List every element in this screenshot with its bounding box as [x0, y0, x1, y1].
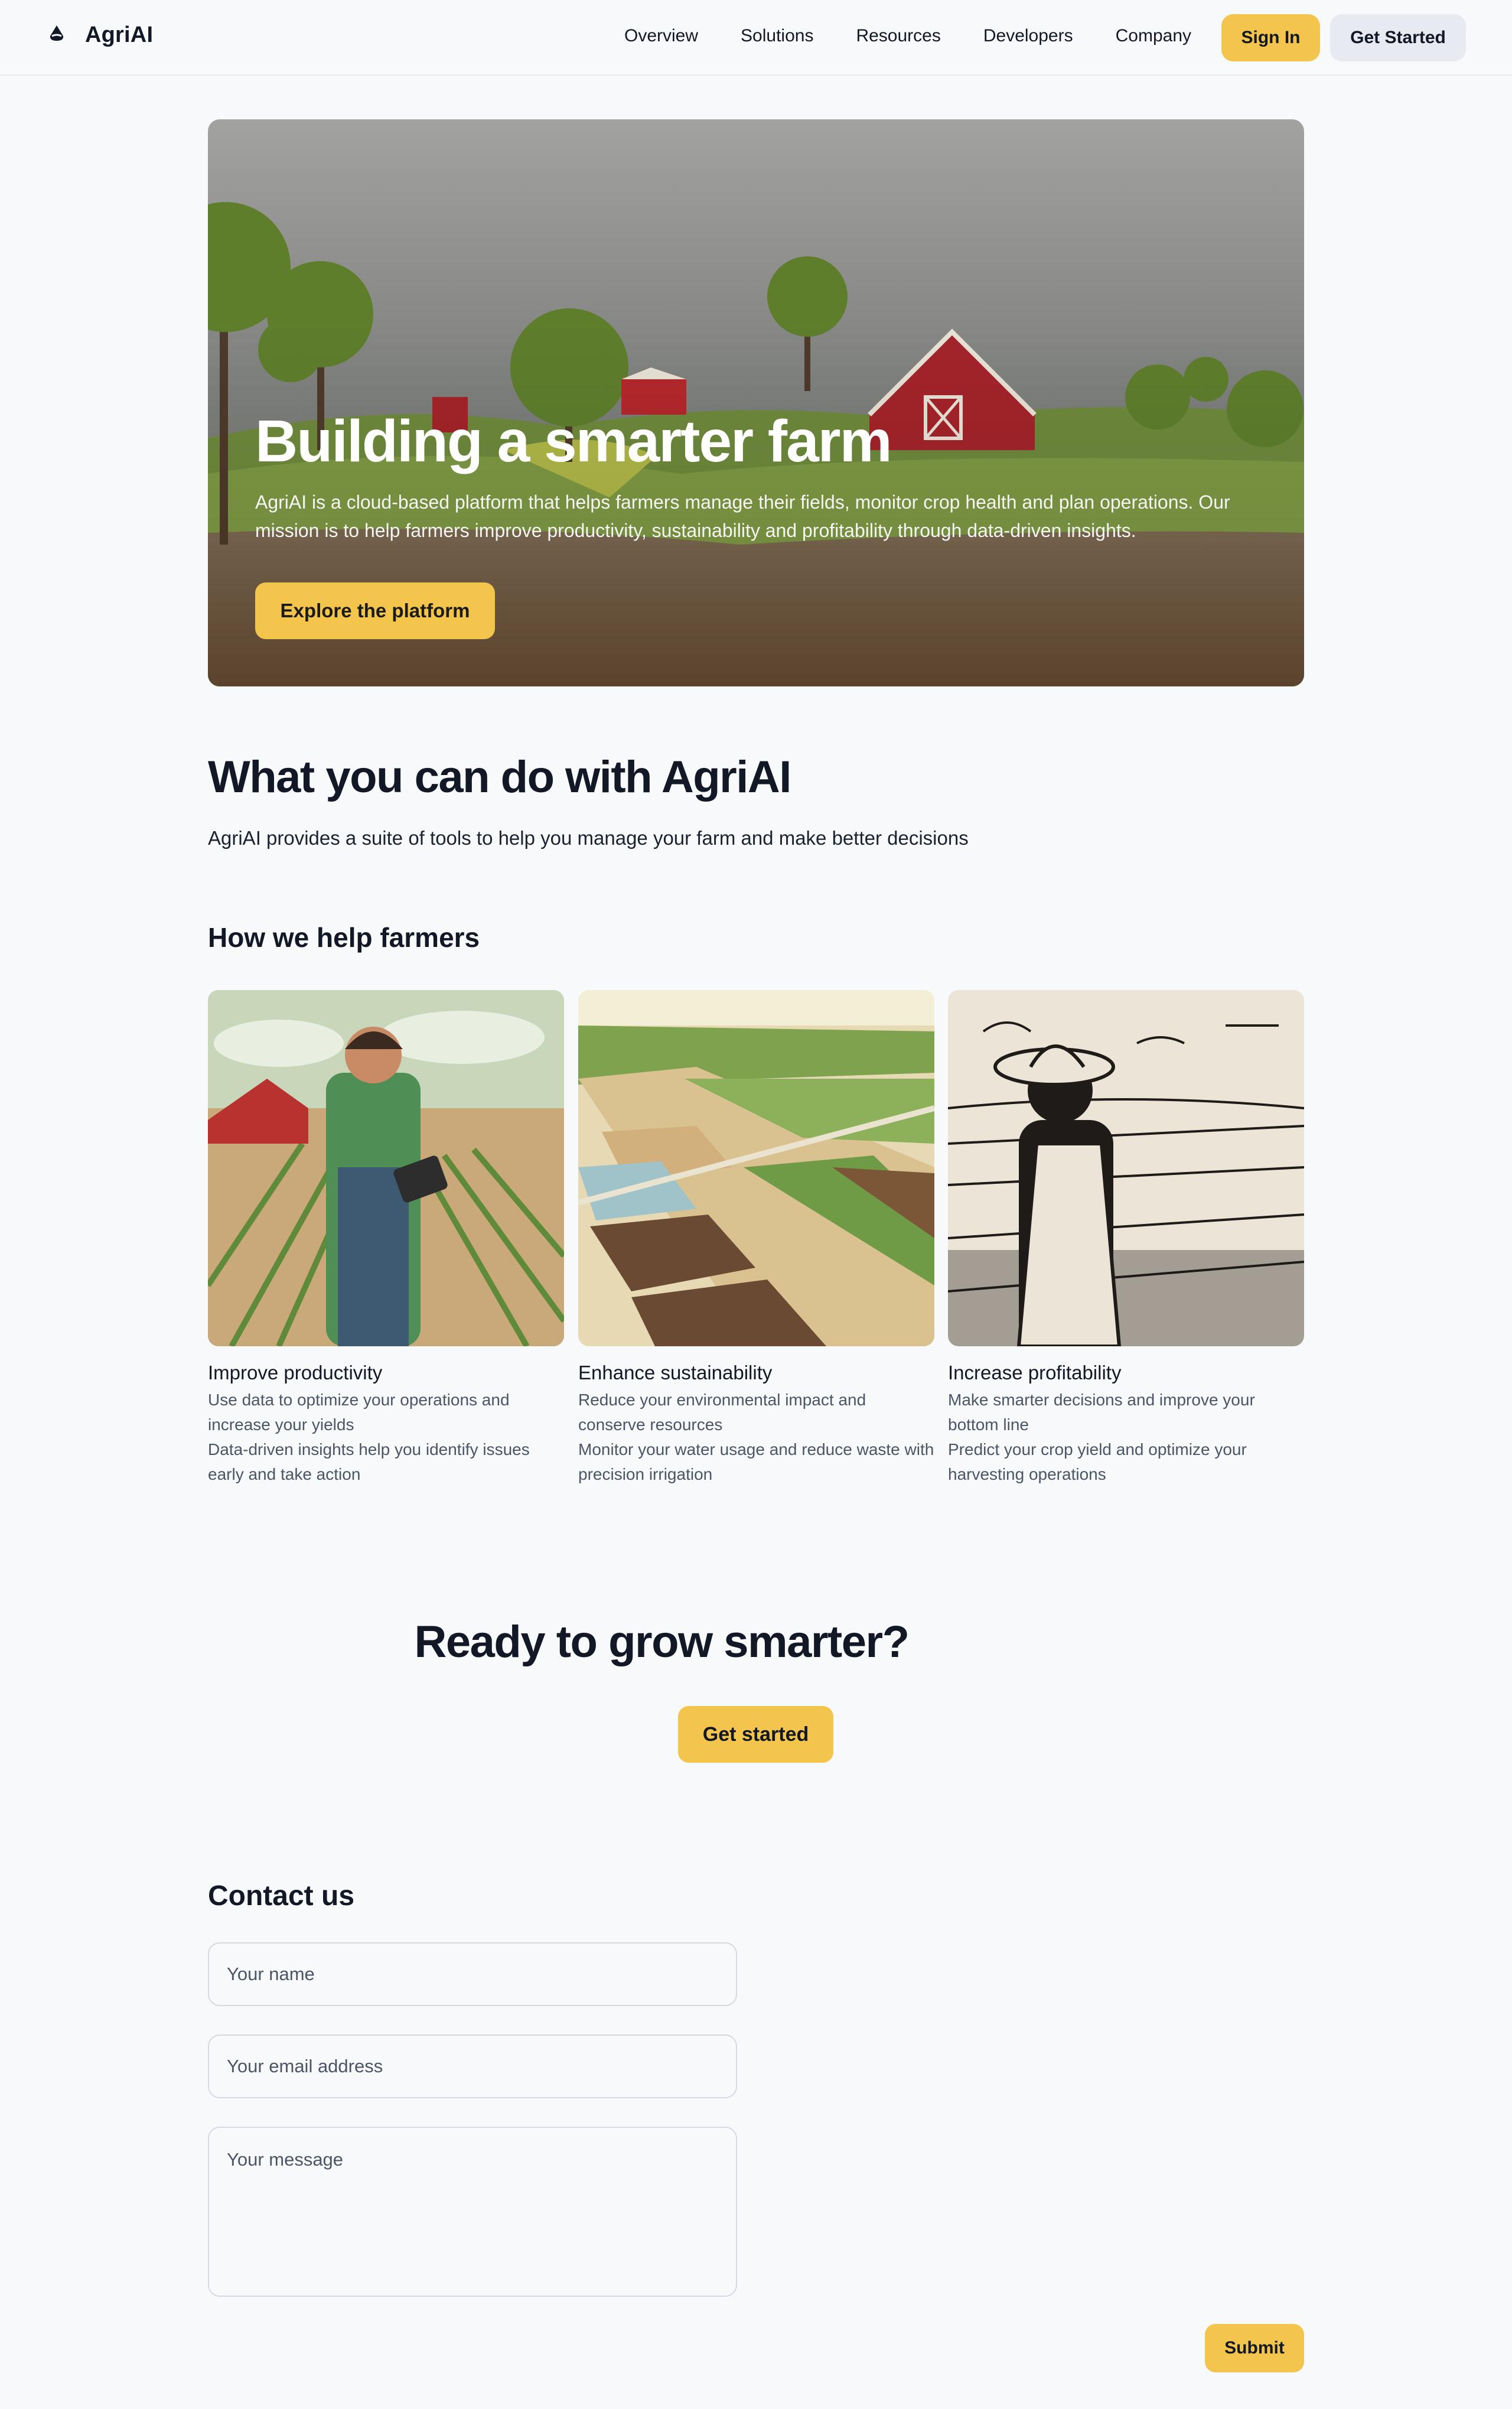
contact-title: Contact us	[208, 1880, 355, 1912]
email-field[interactable]: Your email address	[208, 2034, 737, 2098]
sprout-drop-icon	[46, 23, 67, 47]
farmer-sketch-image	[948, 990, 1304, 1346]
get-started-cta-button[interactable]: Get started	[678, 1706, 833, 1763]
feature-card-desc-1: Use data to optimize your operations and…	[208, 1391, 510, 1434]
feature-card-desc-1: Reduce your environmental impact and con…	[578, 1391, 866, 1434]
hero-title: Building a smarter farm	[255, 408, 892, 474]
nav-link-overview[interactable]: Overview	[624, 26, 698, 46]
farmer-with-tablet-image	[208, 990, 564, 1346]
nav-links: Overview Solutions Resources Developers …	[624, 26, 1234, 46]
feature-card-title: Increase profitability	[948, 1362, 1122, 1383]
feature-card-desc-1: Make smarter decisions and improve your …	[948, 1391, 1255, 1434]
message-field[interactable]: Your message	[208, 2127, 737, 2297]
feature-card-title: Improve productivity	[208, 1362, 383, 1383]
feature-card-productivity: Improve productivity Use data to optimiz…	[208, 990, 564, 1487]
feature-card-sustainability: Enhance sustainability Reduce your envir…	[578, 990, 934, 1487]
submit-button[interactable]: Submit	[1205, 2324, 1304, 2372]
nav-link-solutions[interactable]: Solutions	[741, 26, 813, 46]
features-title: What you can do with AgriAI	[208, 752, 791, 802]
nav-link-developers[interactable]: Developers	[983, 26, 1073, 46]
brand-name: AgriAI	[85, 22, 154, 47]
features-lead: AgriAI provides a suite of tools to help…	[208, 827, 969, 849]
aerial-fields-image	[578, 990, 934, 1346]
explore-platform-button[interactable]: Explore the platform	[255, 582, 495, 639]
brand[interactable]: AgriAI	[46, 22, 153, 48]
get-started-nav-button[interactable]: Get Started	[1330, 14, 1466, 61]
feature-card-desc-2: Predict your crop yield and optimize you…	[948, 1440, 1247, 1483]
hero-subtitle: AgriAI is a cloud-based platform that he…	[255, 491, 1230, 541]
feature-card-profitability: Increase profitability Make smarter deci…	[948, 990, 1304, 1487]
feature-card-title: Enhance sustainability	[578, 1362, 773, 1383]
nav-link-resources[interactable]: Resources	[856, 26, 940, 46]
cta-title: Ready to grow smarter?	[414, 1617, 910, 1667]
nav-link-company[interactable]: Company	[1116, 26, 1191, 46]
top-navbar: AgriAI Overview Solutions Resources Deve…	[0, 0, 1512, 76]
feature-card-desc-2: Monitor your water usage and reduce wast…	[578, 1440, 934, 1483]
sign-in-button[interactable]: Sign In	[1221, 14, 1320, 61]
features-subtitle: How we help farmers	[208, 922, 480, 953]
name-field[interactable]: Your name	[208, 1942, 737, 2006]
hero-banner: Building a smarter farm AgriAI is a clou…	[208, 119, 1304, 686]
feature-card-desc-2: Data-driven insights help you identify i…	[208, 1440, 530, 1483]
